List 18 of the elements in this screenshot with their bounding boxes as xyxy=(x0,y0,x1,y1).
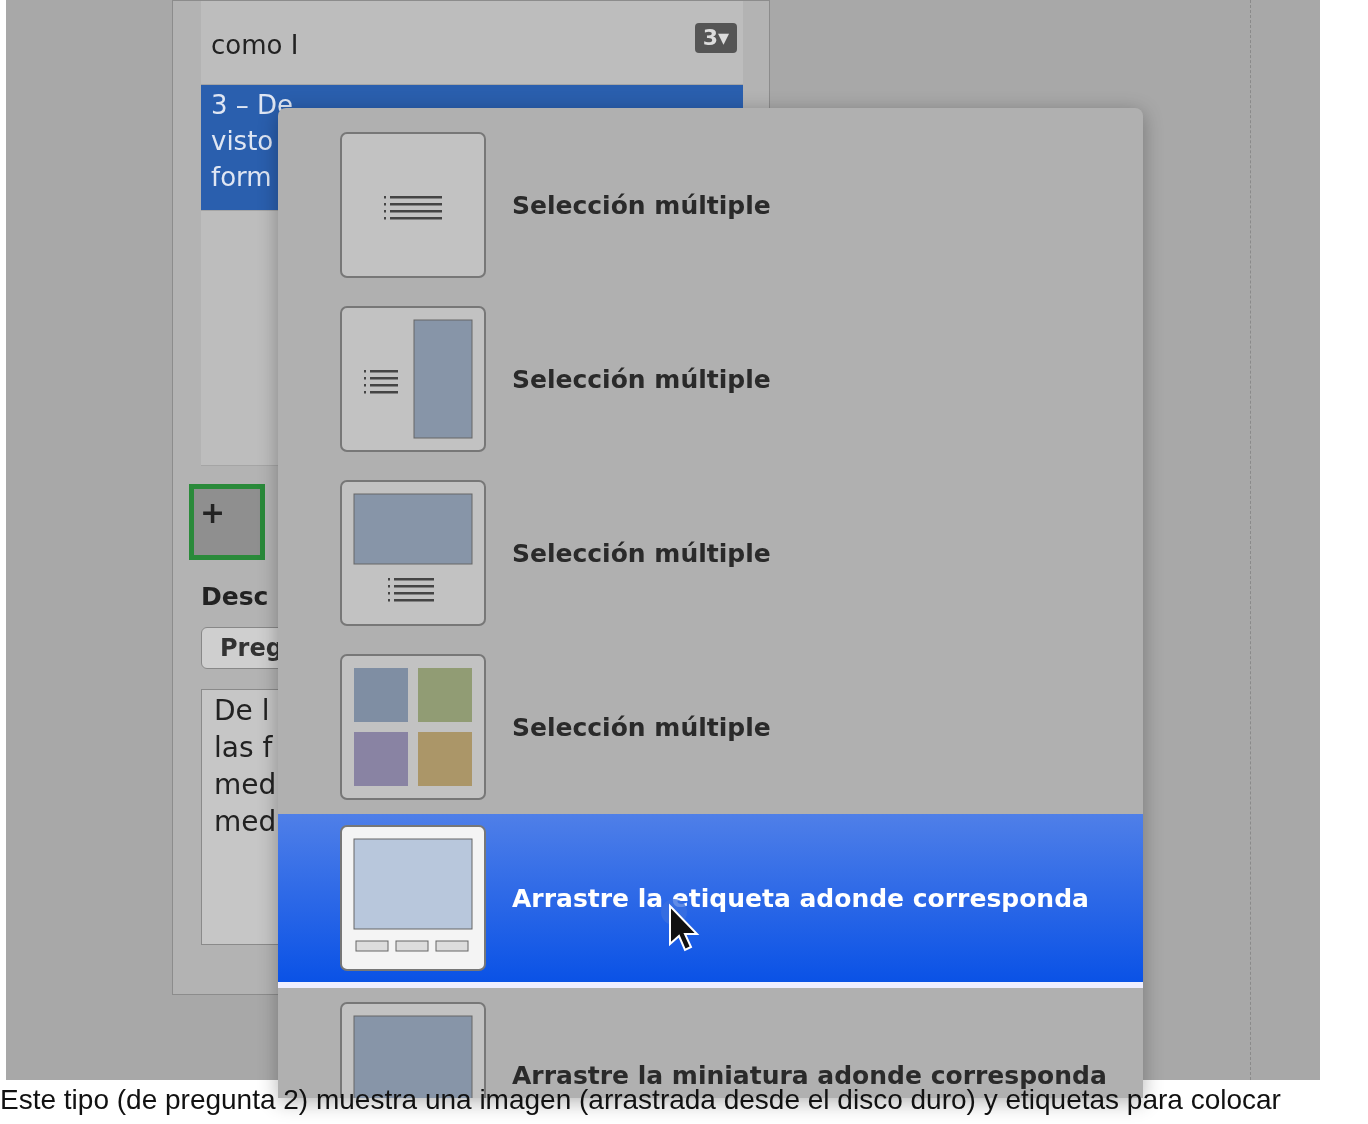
count-dropdown[interactable]: 3▾ xyxy=(694,23,737,53)
question-type-icon xyxy=(340,480,486,626)
question-text: visto xyxy=(211,125,274,158)
description-text: De l xyxy=(214,693,270,729)
menu-item[interactable]: Arrastre la etiqueta adonde corresponda xyxy=(278,814,1143,988)
question-type-icon xyxy=(340,825,486,971)
question-type-icon xyxy=(340,654,486,800)
add-button[interactable]: + xyxy=(189,484,265,560)
question-text: como I xyxy=(211,29,299,62)
description-text: med xyxy=(214,804,277,840)
question-type-icon xyxy=(340,132,486,278)
menu-item[interactable]: Selección múltiple xyxy=(278,118,1143,292)
question-text: form xyxy=(211,161,272,194)
question-type-icon xyxy=(340,306,486,452)
description-label: Desc xyxy=(201,582,270,611)
menu-item[interactable]: Selección múltiple xyxy=(278,292,1143,466)
description-text: med xyxy=(214,767,277,803)
description-text: las f xyxy=(214,730,273,766)
